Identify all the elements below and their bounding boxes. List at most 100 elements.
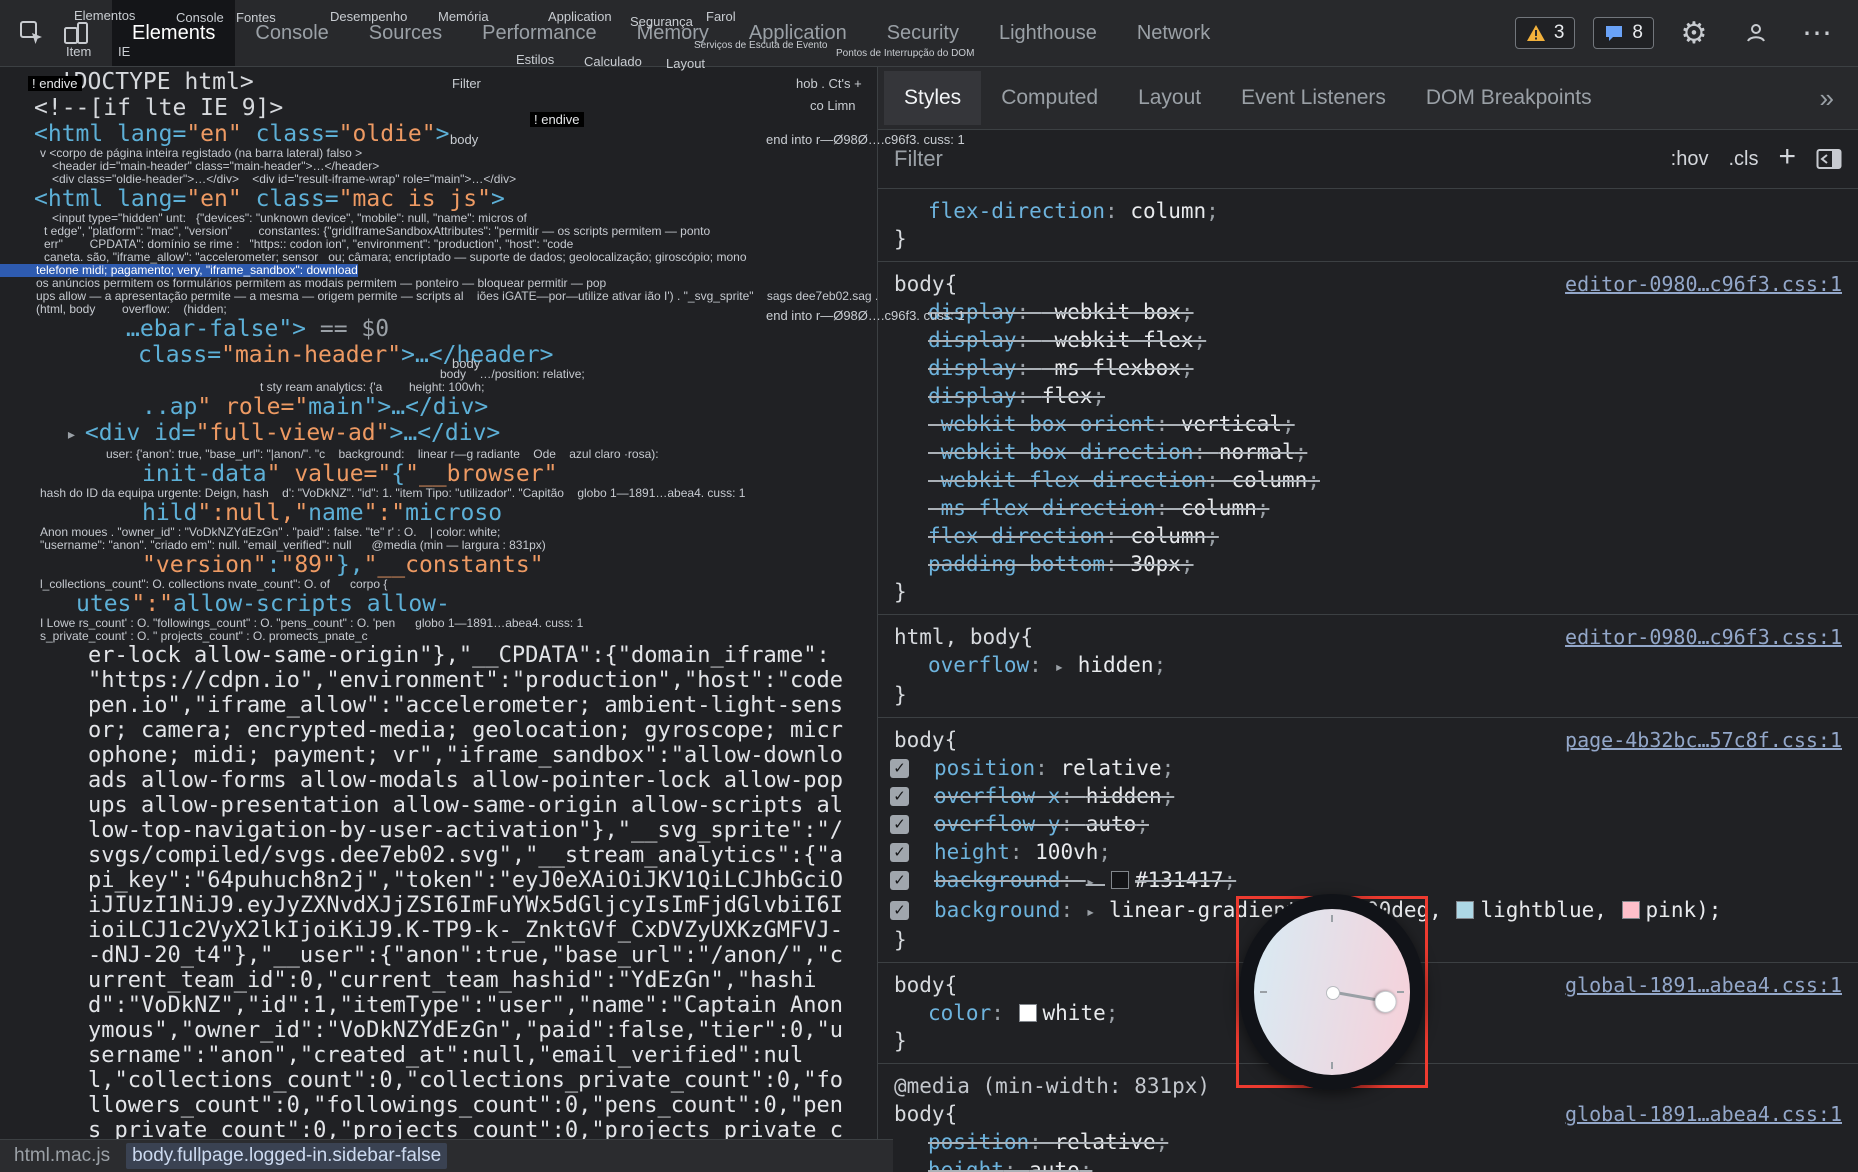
- code-line[interactable]: s_private_count' : O. " projects_count" …: [0, 630, 877, 643]
- expand-arrow-icon[interactable]: ▸: [66, 424, 77, 445]
- code-line[interactable]: llowers_count":0,"followings_count":0,"p…: [0, 1093, 877, 1118]
- code-line[interactable]: ..ap" role="main">…</div>: [0, 394, 877, 420]
- css-property[interactable]: display: -webkit-flex;: [878, 326, 1858, 354]
- code-line[interactable]: urrent_team_id":0,"current_team_hashid":…: [0, 968, 877, 993]
- css-property[interactable]: overflow-y: auto;: [878, 810, 1858, 838]
- code-line[interactable]: <!--[if lte IE 9]>: [0, 95, 877, 121]
- styles-tab-event-listeners[interactable]: Event Listeners: [1221, 71, 1406, 125]
- code-line[interactable]: er-lock allow-same-origin"},"__CPDATA":{…: [0, 643, 877, 668]
- code-line[interactable]: <html lang="en" class="oldie">: [0, 121, 877, 147]
- warnings-badge[interactable]: 3: [1515, 17, 1576, 49]
- code-line[interactable]: ads allow-forms allow-modals allow-point…: [0, 768, 877, 793]
- tab-console[interactable]: Console: [235, 0, 348, 66]
- inspect-icon[interactable]: [10, 9, 54, 57]
- code-line[interactable]: l,"collections_count":0,"collections_pri…: [0, 1068, 877, 1093]
- css-property[interactable]: padding-bottom: 30px;: [878, 550, 1858, 578]
- code-line[interactable]: "https://cdpn.io","environment":"product…: [0, 668, 877, 693]
- property-checkbox[interactable]: [890, 787, 909, 806]
- angle-knob[interactable]: [1372, 989, 1397, 1014]
- styles-tab-computed[interactable]: Computed: [981, 71, 1118, 125]
- tab-memory[interactable]: Memory: [617, 0, 729, 66]
- code-line[interactable]: sername":"anon","created_at":null,"email…: [0, 1043, 877, 1068]
- tab-application[interactable]: Application: [729, 0, 867, 66]
- css-selector[interactable]: body: [894, 270, 945, 298]
- code-line[interactable]: ups allow-presentation allow-same-origin…: [0, 793, 877, 818]
- property-checkbox[interactable]: [890, 901, 909, 920]
- styles-tab-styles[interactable]: Styles: [884, 71, 981, 125]
- code-line[interactable]: low-top-navigation-by-user-activation"},…: [0, 818, 877, 843]
- css-property[interactable]: -webkit-box-orient: vertical;: [878, 410, 1858, 438]
- code-line[interactable]: s_private_count":0,"projects_count":0,"p…: [0, 1118, 877, 1140]
- css-property[interactable]: height: auto;: [878, 1156, 1858, 1172]
- code-line[interactable]: iJIUzI1NiJ9.eyJyZXNvdXJjZSI6ImFuYWx5dGlj…: [0, 893, 877, 918]
- css-property[interactable]: overflow-x: hidden;: [878, 782, 1858, 810]
- styles-filter-input[interactable]: Filter: [894, 146, 1651, 172]
- css-property[interactable]: -webkit-box-direction: normal;: [878, 438, 1858, 466]
- pseudo-state-toggle[interactable]: :hov: [1671, 148, 1709, 171]
- css-selector[interactable]: html, body: [894, 623, 1020, 651]
- device-toolbar-icon[interactable]: [54, 9, 98, 57]
- code-line[interactable]: (html, body overflow: (hidden;: [0, 303, 877, 316]
- code-line[interactable]: …ebar-false"> == $0: [0, 316, 877, 342]
- stylesheet-link[interactable]: editor-0980…c96f3.css:1: [1565, 270, 1842, 298]
- more-tabs-icon[interactable]: »: [1802, 83, 1852, 114]
- tab-lighthouse[interactable]: Lighthouse: [979, 0, 1117, 66]
- code-line[interactable]: ymous","owner_id":"VoDkNZYdEzGn","paid":…: [0, 1018, 877, 1043]
- code-line[interactable]: hild":null,"name":"microso: [0, 500, 877, 526]
- tab-security[interactable]: Security: [867, 0, 979, 66]
- code-line[interactable]: class="main-header">…</header>: [0, 342, 877, 368]
- css-selector[interactable]: body: [894, 971, 945, 999]
- css-property[interactable]: display: -ms-flexbox;: [878, 354, 1858, 382]
- css-property[interactable]: display: flex;: [878, 382, 1858, 410]
- breadcrumb-item[interactable]: body.fullpage.logged-in.sidebar-false: [126, 1143, 447, 1169]
- css-property[interactable]: -ms-flex-direction: column;: [878, 494, 1858, 522]
- css-property[interactable]: overflow: ▸ hidden;: [878, 651, 1858, 681]
- code-line[interactable]: user: {'anon': true, "base_url": "|anon/…: [0, 448, 877, 461]
- code-line[interactable]: <html lang="en" class="mac is js">: [0, 186, 877, 212]
- code-line[interactable]: or; camera; encrypted-media; geolocation…: [0, 718, 877, 743]
- color-swatch[interactable]: [1622, 901, 1640, 919]
- css-selector[interactable]: body: [894, 726, 945, 754]
- css-property[interactable]: position: relative;: [878, 754, 1858, 782]
- more-menu-icon[interactable]: ⋯: [1796, 9, 1840, 57]
- property-checkbox[interactable]: [890, 759, 909, 778]
- css-property[interactable]: position: relative;: [878, 1128, 1858, 1156]
- color-swatch[interactable]: [1111, 871, 1129, 889]
- css-property[interactable]: -webkit-flex-direction: column;: [878, 466, 1858, 494]
- code-line[interactable]: d":"VoDkNZ","id":1,"itemType":"user","na…: [0, 993, 877, 1018]
- tab-network[interactable]: Network: [1117, 0, 1230, 66]
- breadcrumb-item[interactable]: html.mac.js: [8, 1143, 116, 1169]
- property-checkbox[interactable]: [890, 871, 909, 890]
- issues-badge[interactable]: 8: [1593, 17, 1654, 49]
- css-property[interactable]: flex-direction: column;: [878, 522, 1858, 550]
- color-swatch[interactable]: [1019, 1004, 1037, 1022]
- angle-dial[interactable]: [1239, 894, 1425, 1090]
- toggle-sidebar-icon[interactable]: [1816, 148, 1842, 170]
- css-property[interactable]: background: ▸ #131417;: [878, 866, 1858, 896]
- color-swatch[interactable]: [1456, 901, 1474, 919]
- property-checkbox[interactable]: [890, 815, 909, 834]
- tab-performance[interactable]: Performance: [462, 0, 617, 66]
- code-line[interactable]: l_collections_count": O. collections nva…: [0, 578, 877, 591]
- tab-elements[interactable]: Elements: [112, 0, 235, 66]
- code-line[interactable]: -dNJ-20_t4"},"__user":{"anon":true,"base…: [0, 943, 877, 968]
- code-line[interactable]: pi_key":"64puhuch8n2j","token":"eyJ0eXAi…: [0, 868, 877, 893]
- css-selector[interactable]: body: [894, 1100, 945, 1128]
- code-line[interactable]: hash do ID da equipa urgente: Deign, has…: [0, 487, 877, 500]
- code-line[interactable]: "username": "anon". "criado em": null. "…: [0, 539, 877, 552]
- code-line[interactable]: <div class="oldie-header">…</div> <div i…: [0, 173, 877, 186]
- stylesheet-link[interactable]: global-1891…abea4.css:1: [1565, 971, 1842, 999]
- code-line[interactable]: svgs/compiled/svgs.dee7eb02.svg","__stre…: [0, 843, 877, 868]
- styles-tab-dom-breakpoints[interactable]: DOM Breakpoints: [1406, 71, 1612, 125]
- css-property[interactable]: height: 100vh;: [878, 838, 1858, 866]
- code-line[interactable]: init-data" value="{"__browser": [0, 461, 877, 487]
- property-checkbox[interactable]: [890, 843, 909, 862]
- code-line[interactable]: "version":"89"},"__constants": [0, 552, 877, 578]
- css-property[interactable]: display: -webkit-box;: [878, 298, 1858, 326]
- angle-picker-popup[interactable]: [1236, 896, 1428, 1088]
- code-line[interactable]: t sty ream analytics: {'a height: 100vh;: [0, 381, 877, 394]
- stylesheet-link[interactable]: page-4b32bc…57c8f.css:1: [1565, 726, 1842, 754]
- stylesheet-link[interactable]: editor-0980…c96f3.css:1: [1565, 623, 1842, 651]
- styles-tab-layout[interactable]: Layout: [1118, 71, 1221, 125]
- code-line[interactable]: pen.io","iframe_allow":"accelerometer; a…: [0, 693, 877, 718]
